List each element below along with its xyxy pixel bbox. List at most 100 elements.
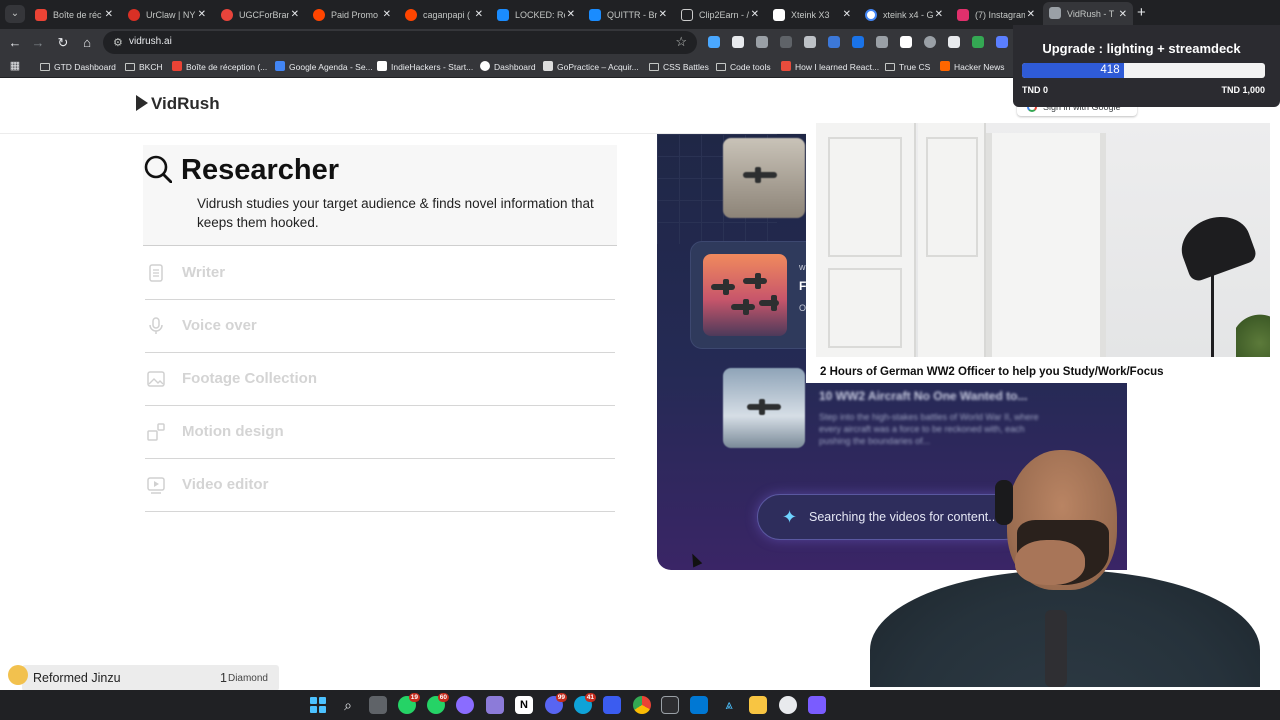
- bookmark-inbox[interactable]: Boîte de réception (...: [172, 60, 267, 74]
- bookmark-label: GoPractice – Acquir...: [557, 62, 639, 72]
- extension-icon[interactable]: [780, 36, 792, 48]
- extension-icon[interactable]: [804, 36, 816, 48]
- tab-search-button[interactable]: ⌄: [5, 5, 25, 23]
- tab-paid-promo[interactable]: Paid Promo ✕: [307, 4, 397, 26]
- bookmark-indiehackers[interactable]: IndieHackers - Start...: [377, 60, 473, 74]
- bookmark-label: GTD Dashboard: [54, 62, 116, 72]
- video-result-title: 10 WW2 Aircraft No One Wanted to...: [819, 389, 1028, 403]
- close-icon[interactable]: ✕: [843, 4, 851, 26]
- new-tab-button[interactable]: +: [1137, 4, 1146, 21]
- extension-icon[interactable]: [732, 36, 744, 48]
- file-explorer-icon[interactable]: [749, 696, 767, 714]
- extension-icon[interactable]: [756, 36, 768, 48]
- close-icon[interactable]: ✕: [751, 4, 759, 26]
- bookmark-true-cs[interactable]: True CS: [885, 60, 930, 74]
- close-icon[interactable]: ✕: [475, 4, 483, 26]
- extension-icon[interactable]: [708, 36, 720, 48]
- app-icon[interactable]: [456, 696, 474, 714]
- home-icon[interactable]: ⌂: [78, 34, 96, 52]
- close-icon[interactable]: ✕: [1027, 4, 1035, 26]
- forward-icon[interactable]: →: [29, 34, 47, 52]
- bookmark-react[interactable]: How I learned React...: [781, 60, 879, 74]
- extension-icon[interactable]: [924, 36, 936, 48]
- step-motion-design[interactable]: Motion design: [145, 406, 615, 459]
- extension-icon[interactable]: [828, 36, 840, 48]
- close-icon[interactable]: ✕: [383, 4, 391, 26]
- vscode-icon[interactable]: [690, 696, 708, 714]
- password-manager-icon[interactable]: [852, 36, 864, 48]
- app-icon[interactable]: ⩓: [720, 696, 738, 714]
- researcher-step[interactable]: Researcher Vidrush studies your target a…: [143, 145, 617, 246]
- bookmark-dashboard[interactable]: Dashboard: [480, 60, 536, 74]
- extension-icon[interactable]: [900, 36, 912, 48]
- tab-xteink-x4[interactable]: xteink x4 - G ✕: [859, 4, 949, 26]
- bookmark-hacker-news[interactable]: Hacker News: [940, 60, 1005, 74]
- close-icon[interactable]: ✕: [659, 4, 667, 26]
- extension-icon[interactable]: [876, 36, 888, 48]
- extension-icon[interactable]: [972, 36, 984, 48]
- shield-icon[interactable]: [996, 36, 1008, 48]
- close-icon[interactable]: ✕: [291, 4, 299, 26]
- donation-amount: 418: [1100, 64, 1120, 76]
- video-frame[interactable]: [816, 123, 1270, 357]
- aircraft-thumbnail[interactable]: [723, 138, 805, 218]
- address-bar[interactable]: ⚙ vidrush.ai ☆: [103, 31, 697, 54]
- close-icon[interactable]: ✕: [935, 4, 943, 26]
- bookmark-css-battles[interactable]: CSS Battles: [649, 60, 709, 74]
- door-left: [816, 123, 916, 357]
- tab-title: UGCForBran: [239, 10, 289, 20]
- messenger-icon[interactable]: 41: [574, 693, 596, 714]
- tab-clip2earn[interactable]: Clip2Earn - / ✕: [675, 4, 765, 26]
- reload-icon[interactable]: ↻: [54, 34, 72, 52]
- close-icon[interactable]: ✕: [567, 4, 575, 26]
- alert-unit: Diamond: [227, 673, 268, 684]
- step-voice-over[interactable]: Voice over: [145, 300, 615, 353]
- bookmark-bkch[interactable]: BKCH: [125, 60, 163, 74]
- tab-instagram[interactable]: (7) Instagram ✕: [951, 4, 1041, 26]
- bookmark-gopractice[interactable]: GoPractice – Acquir...: [543, 60, 639, 74]
- tab-urclaw[interactable]: UrClaw | NY ✕: [122, 4, 212, 26]
- tab-quittr[interactable]: QUITTR - Br ✕: [583, 4, 673, 26]
- webcam-hand: [1015, 540, 1085, 585]
- site-info-icon[interactable]: ⚙: [113, 36, 123, 49]
- bitwarden-icon[interactable]: [603, 696, 621, 714]
- tab-ugc[interactable]: UGCForBran ✕: [215, 4, 305, 26]
- bookmark-google-agenda[interactable]: Google Agenda - Se...: [275, 60, 373, 74]
- pen-icon[interactable]: [948, 36, 960, 48]
- tab-caganpapi[interactable]: caganpapi ( ✕: [399, 4, 489, 26]
- door-panel: [926, 137, 978, 257]
- step-video-editor[interactable]: Video editor: [145, 459, 615, 512]
- notification-badge: 60: [437, 693, 449, 702]
- plane-shape: [759, 295, 779, 311]
- image-icon: [147, 371, 165, 387]
- app-icon[interactable]: [486, 696, 504, 714]
- windows-start-icon[interactable]: [309, 696, 327, 714]
- vidrush-logo[interactable]: VidRush: [136, 94, 220, 114]
- windows-taskbar: ⌕ 19 60 N 99 41 ⩓: [0, 690, 1280, 720]
- step-writer[interactable]: Writer: [145, 247, 615, 300]
- close-icon[interactable]: ✕: [198, 4, 206, 26]
- whatsapp-icon[interactable]: 19: [398, 693, 420, 714]
- discord-icon[interactable]: 99: [545, 693, 567, 714]
- whatsapp-icon[interactable]: 60: [427, 693, 449, 714]
- notion-icon[interactable]: N: [515, 696, 533, 714]
- appstore-icon: [497, 9, 509, 21]
- close-icon[interactable]: ✕: [105, 4, 113, 26]
- search-icon[interactable]: ⌕: [339, 696, 357, 714]
- bookmark-gtd-dashboard[interactable]: GTD Dashboard: [40, 60, 116, 74]
- apps-grid-icon[interactable]: ▦: [6, 57, 24, 75]
- back-icon[interactable]: ←: [6, 34, 24, 52]
- tab-xteink-x3[interactable]: Xteink X3 ✕: [767, 4, 857, 26]
- aircraft-thumbnail[interactable]: [723, 368, 805, 448]
- bookmark-star-icon[interactable]: ☆: [675, 34, 687, 50]
- app-icon[interactable]: [779, 696, 797, 714]
- bookmark-code-tools[interactable]: Code tools: [716, 60, 771, 74]
- app-icon[interactable]: [808, 696, 826, 714]
- tab-locked[interactable]: LOCKED: Re ✕: [491, 4, 581, 26]
- terminal-icon[interactable]: [661, 696, 679, 714]
- chrome-icon[interactable]: [633, 696, 651, 714]
- task-view-icon[interactable]: [369, 696, 387, 714]
- close-icon[interactable]: ✕: [1119, 2, 1127, 27]
- tab-gmail[interactable]: Boîte de réc ✕: [29, 4, 119, 26]
- step-footage-collection[interactable]: Footage Collection: [145, 353, 615, 406]
